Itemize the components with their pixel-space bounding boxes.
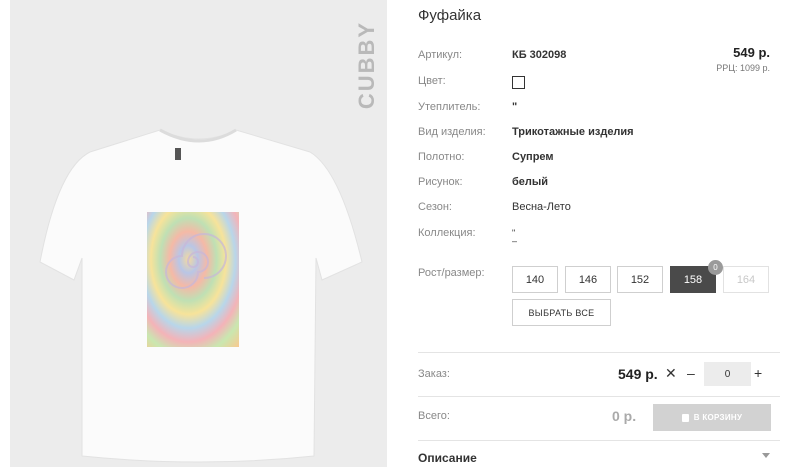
attribute-value: белый — [512, 176, 549, 188]
product-price: 549 р. — [733, 45, 770, 60]
add-to-cart-button[interactable]: В КОРЗИНУ — [653, 404, 771, 431]
attribute-value: КБ 302098 — [512, 49, 567, 61]
total-value: 0 р. — [612, 408, 637, 424]
size-option-164: 164 — [723, 266, 769, 293]
sizes-label: Рост/размер: — [418, 267, 485, 279]
tshirt-image — [39, 128, 363, 463]
divider — [418, 440, 780, 441]
minus-icon[interactable]: – — [687, 365, 695, 381]
plus-icon[interactable]: + — [754, 365, 762, 381]
divider — [418, 396, 780, 397]
color-swatch[interactable] — [512, 76, 525, 89]
attribute-label: Вид изделия: — [418, 126, 486, 138]
order-label: Заказ: — [418, 368, 450, 380]
attribute-label: Полотно: — [418, 151, 465, 163]
description-toggle[interactable]: Описание — [418, 451, 477, 465]
add-to-cart-label: В КОРЗИНУ — [693, 413, 743, 422]
attribute-label: Артикул: — [418, 49, 463, 61]
size-option-146[interactable]: 146 — [565, 266, 611, 293]
quantity-input[interactable] — [704, 362, 751, 386]
brand-logo: CUBBY — [354, 20, 379, 110]
size-count-badge: 0 — [708, 260, 723, 275]
attribute-label: Сезон: — [418, 201, 452, 213]
attribute-label: Цвет: — [418, 75, 446, 87]
total-label: Всего: — [418, 410, 450, 422]
recommended-retail-price: РРЦ: 1099 р. — [716, 63, 770, 73]
attribute-value: Трикотажные изделия — [512, 126, 634, 138]
attribute-value: Супрем — [512, 151, 554, 163]
attribute-label: Коллекция: — [418, 227, 476, 239]
attribute-value: Весна-Лето — [512, 201, 571, 213]
chevron-down-icon[interactable] — [762, 453, 770, 458]
size-option-152[interactable]: 152 — [617, 266, 663, 293]
select-all-button[interactable]: ВЫБРАТЬ ВСЕ — [512, 299, 611, 326]
collection-value-bottom: – — [512, 236, 518, 246]
close-icon: ✕ — [665, 365, 677, 381]
product-title: Фуфайка — [418, 7, 482, 24]
size-option-140[interactable]: 140 — [512, 266, 558, 293]
bag-icon — [681, 413, 689, 422]
attribute-label: Рисунок: — [418, 176, 463, 188]
collection-value: " – — [512, 229, 518, 246]
product-photo: CUBBY — [10, 0, 387, 467]
order-price: 549 р. — [618, 366, 658, 382]
attribute-value: " — [512, 101, 518, 113]
divider — [418, 352, 780, 353]
attribute-label: Утеплитель: — [418, 101, 481, 113]
